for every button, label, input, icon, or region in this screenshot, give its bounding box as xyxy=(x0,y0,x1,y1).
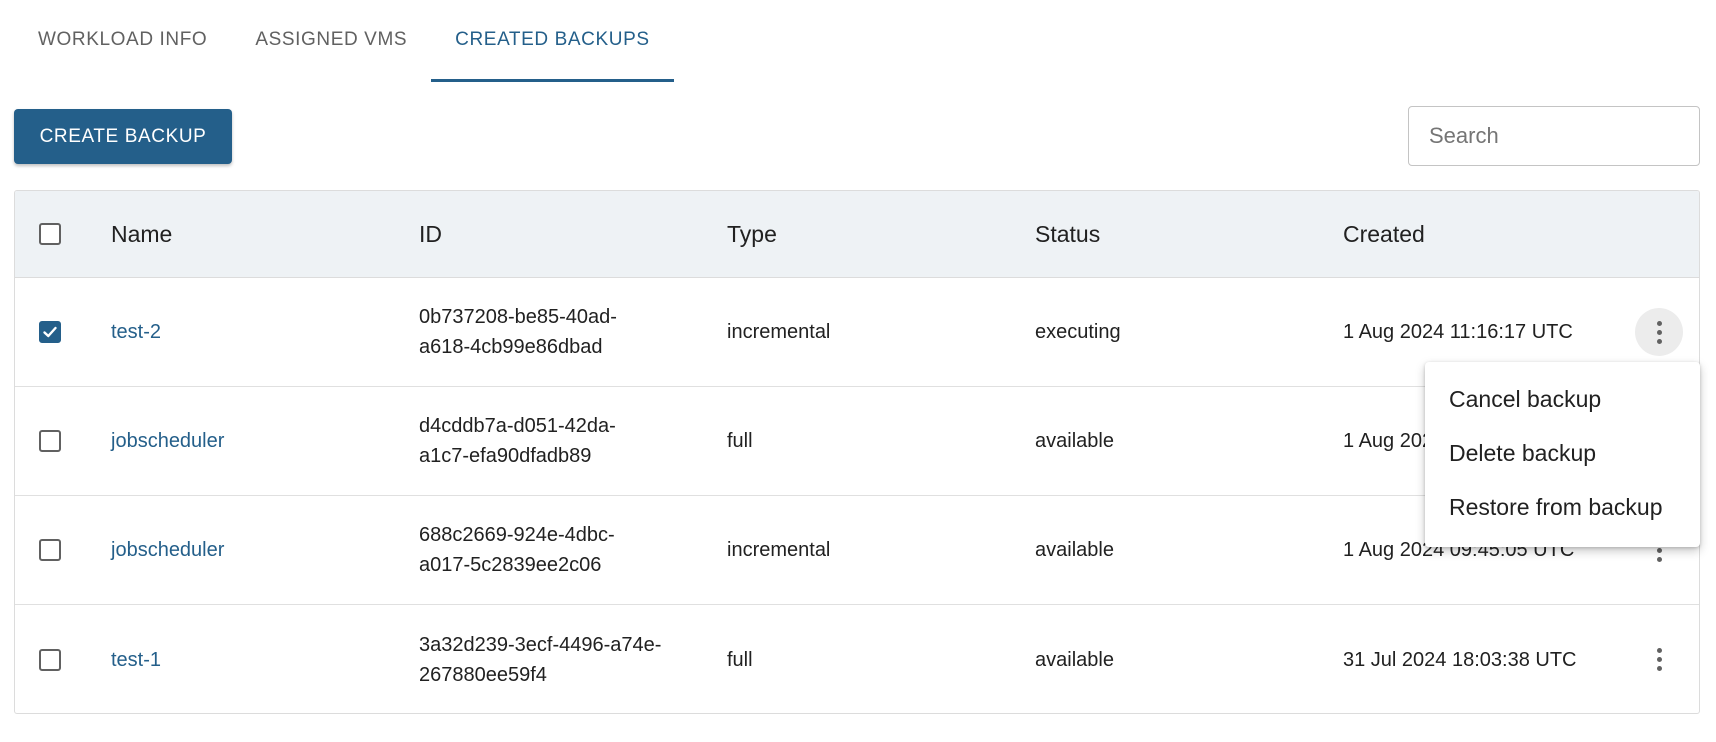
row-checkbox[interactable] xyxy=(39,430,61,452)
backup-id-line: 3a32d239-3ecf-4496-a74e- xyxy=(419,633,662,656)
select-all-checkbox[interactable] xyxy=(39,223,61,245)
column-header-id[interactable]: ID xyxy=(419,219,689,249)
create-backup-button[interactable]: CREATE BACKUP xyxy=(14,109,232,164)
restore-backup-menu-item[interactable]: Restore from backup xyxy=(1425,480,1700,534)
column-header-type[interactable]: Type xyxy=(727,219,777,249)
backup-name-link[interactable]: test-1 xyxy=(111,645,161,675)
backup-type: full xyxy=(727,430,753,452)
backup-status: executing xyxy=(1035,321,1121,343)
cancel-backup-menu-item[interactable]: Cancel backup xyxy=(1425,372,1700,426)
backup-type: full xyxy=(727,648,753,671)
tab-assigned-vms[interactable]: ASSIGNED VMS xyxy=(231,0,431,82)
backup-id-line: 267880ee59f4 xyxy=(419,663,547,686)
tab-bar: WORKLOAD INFO ASSIGNED VMS CREATED BACKU… xyxy=(14,0,675,82)
row-checkbox[interactable] xyxy=(39,539,61,561)
column-header-name[interactable]: Name xyxy=(111,219,172,249)
row-checkbox[interactable] xyxy=(39,648,61,671)
backup-status: available xyxy=(1035,648,1114,671)
table-row: test-1 3a32d239-3ecf-4496-a74e- 267880ee… xyxy=(15,605,1699,713)
check-icon xyxy=(43,326,57,338)
backup-id-line: d4cddb7a-d051-42da- xyxy=(419,415,616,437)
column-header-status[interactable]: Status xyxy=(1035,219,1100,249)
delete-backup-menu-item[interactable]: Delete backup xyxy=(1425,426,1700,480)
backup-id-line: 0b737208-be85-40ad- xyxy=(419,306,617,328)
backup-id-line: 688c2669-924e-4dbc- xyxy=(419,524,615,546)
backup-id-line: a1c7-efa90dfadb89 xyxy=(419,445,592,467)
backup-created: 1 Aug 2024 11:16:17 UTC xyxy=(1343,321,1573,343)
backup-status: available xyxy=(1035,430,1114,452)
backup-id: d4cddb7a-d051-42da- a1c7-efa90dfadb89 xyxy=(419,411,689,471)
backup-id-line: a017-5c2839ee2c06 xyxy=(419,554,602,576)
table-header: Name ID Type Status Created xyxy=(15,191,1699,278)
more-vert-icon[interactable] xyxy=(1635,308,1683,356)
tab-workload-info[interactable]: WORKLOAD INFO xyxy=(14,0,231,82)
search-input[interactable] xyxy=(1408,106,1700,166)
backup-id: 3a32d239-3ecf-4496-a74e- 267880ee59f4 xyxy=(419,630,689,690)
tab-created-backups[interactable]: CREATED BACKUPS xyxy=(431,0,675,82)
backup-name-link[interactable]: jobscheduler xyxy=(111,426,224,456)
backup-name-link[interactable]: test-2 xyxy=(111,317,161,347)
row-actions-menu: Cancel backup Delete backup Restore from… xyxy=(1425,362,1700,547)
backup-type: incremental xyxy=(727,321,831,343)
backup-id-line: a618-4cb99e86dbad xyxy=(419,336,603,358)
backup-id: 688c2669-924e-4dbc- a017-5c2839ee2c06 xyxy=(419,520,689,580)
backup-status: available xyxy=(1035,539,1114,561)
row-checkbox[interactable] xyxy=(39,321,61,343)
more-vert-icon[interactable] xyxy=(1635,636,1683,684)
column-header-created[interactable]: Created xyxy=(1343,219,1425,249)
backup-id: 0b737208-be85-40ad- a618-4cb99e86dbad xyxy=(419,302,689,362)
backup-created: 31 Jul 2024 18:03:38 UTC xyxy=(1343,648,1577,671)
backup-name-link[interactable]: jobscheduler xyxy=(111,535,224,565)
backup-type: incremental xyxy=(727,539,831,561)
